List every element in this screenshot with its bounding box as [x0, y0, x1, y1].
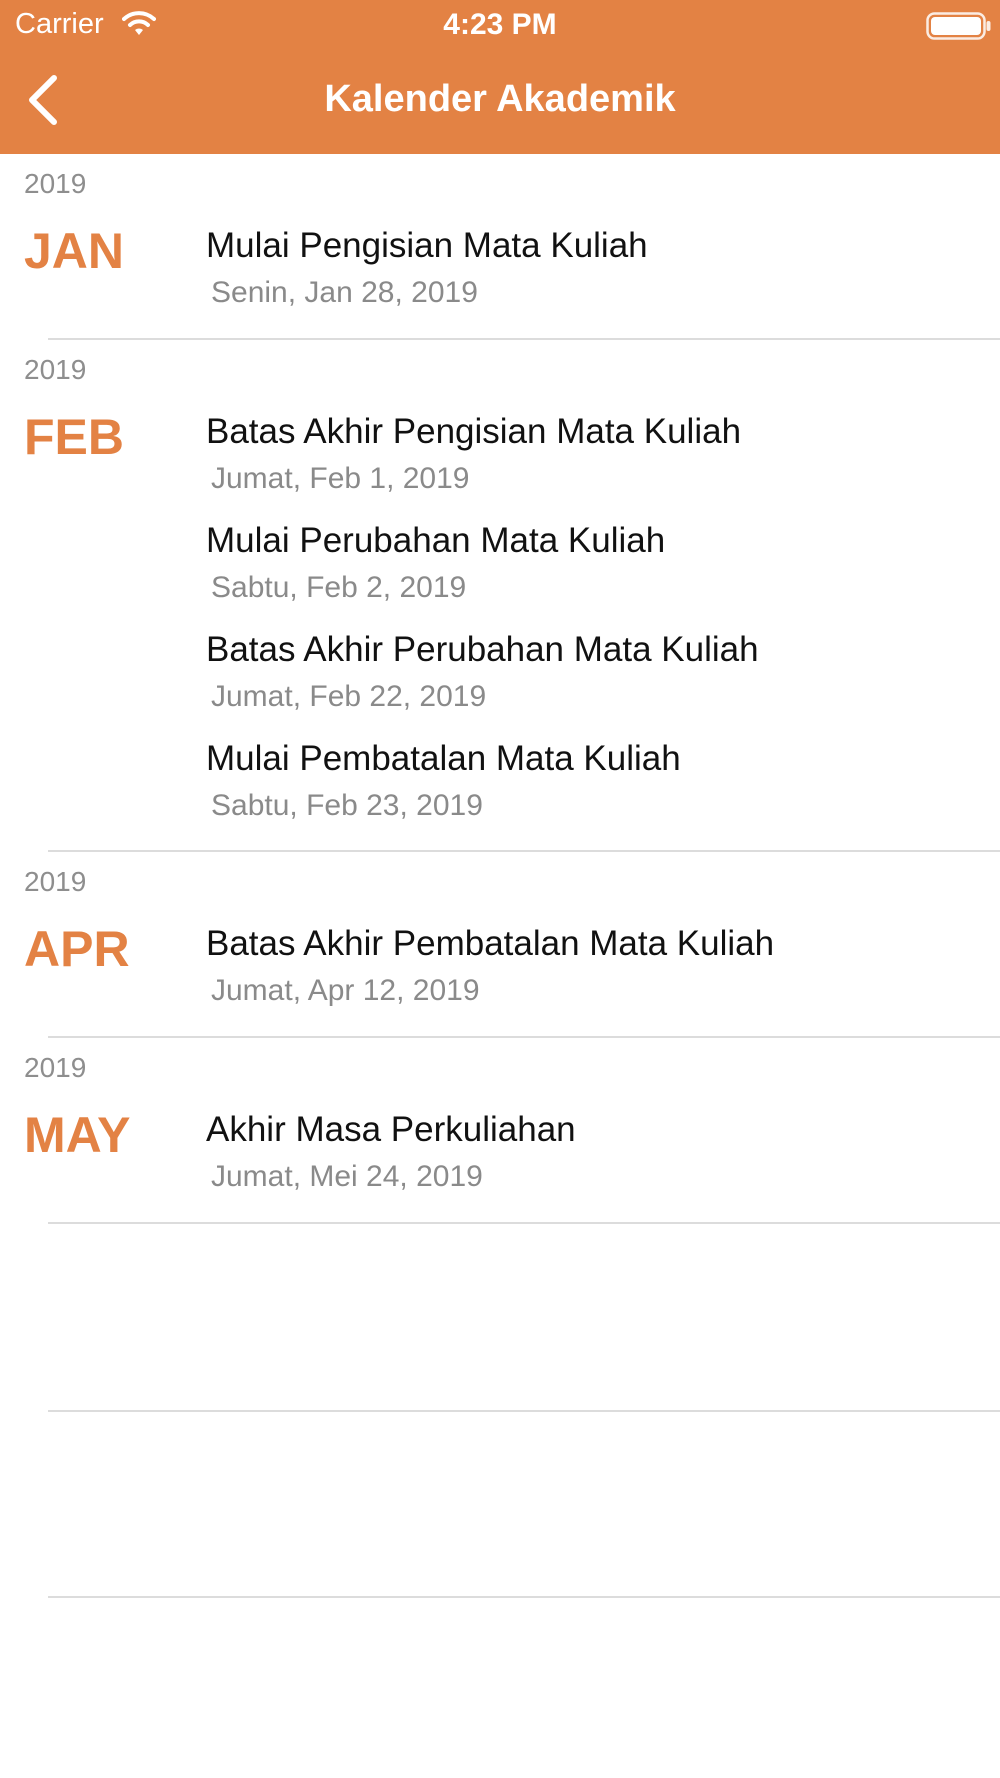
battery-icon	[926, 12, 992, 40]
row-divider	[48, 1222, 1000, 1224]
empty-row-divider	[48, 1410, 1000, 1412]
section-year: 2019	[24, 1052, 87, 1083]
calendar-section-apr: 2019 APR Batas Akhir Pembatalan Mata Kul…	[0, 852, 1000, 1038]
event-date: Jumat, Feb 1, 2019	[211, 462, 470, 495]
section-month: FEB	[24, 409, 124, 465]
event-title: Batas Akhir Pengisian Mata Kuliah	[206, 412, 742, 451]
section-month: JAN	[24, 223, 125, 279]
section-year: 2019	[24, 354, 87, 385]
event-date: Jumat, Feb 22, 2019	[211, 680, 487, 713]
page-title: Kalender Akademik	[324, 78, 676, 120]
event-title: Batas Akhir Pembatalan Mata Kuliah	[206, 924, 775, 963]
event-date: Sabtu, Feb 2, 2019	[211, 571, 467, 604]
event-date: Senin, Jan 28, 2019	[211, 276, 478, 309]
event-title: Akhir Masa Perkuliahan	[206, 1110, 576, 1149]
event-date: Sabtu, Feb 23, 2019	[211, 789, 483, 822]
calendar-section-feb: 2019 FEB Batas Akhir Pengisian Mata Kuli…	[0, 340, 1000, 852]
status-time: 4:23 PM	[443, 8, 557, 41]
status-bar: Carrier 4:23 PM	[0, 0, 1000, 50]
event-title: Batas Akhir Perubahan Mata Kuliah	[206, 630, 759, 669]
event-title: Mulai Perubahan Mata Kuliah	[206, 521, 666, 560]
section-year: 2019	[24, 168, 87, 199]
event-date: Jumat, Mei 24, 2019	[211, 1160, 483, 1193]
event-date: Jumat, Apr 12, 2019	[211, 974, 480, 1007]
event-title: Mulai Pengisian Mata Kuliah	[206, 226, 648, 265]
section-month: APR	[24, 921, 130, 977]
calendar-section-may: 2019 MAY Akhir Masa Perkuliahan Jumat, M…	[0, 1038, 1000, 1224]
event-title: Mulai Pembatalan Mata Kuliah	[206, 739, 681, 778]
section-month: MAY	[24, 1107, 131, 1163]
empty-row-divider	[48, 1596, 1000, 1598]
section-year: 2019	[24, 866, 87, 897]
calendar-section-jan: 2019 JAN Mulai Pengisian Mata Kuliah Sen…	[0, 154, 1000, 340]
navigation-header: Carrier 4:23 PM Kalender Akademik	[0, 0, 1000, 154]
